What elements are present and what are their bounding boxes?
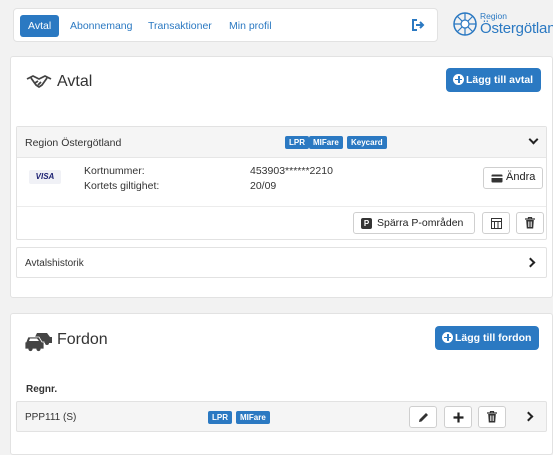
card-validity-label: Kortets giltighet: [84, 180, 160, 192]
chevron-right-icon[interactable] [525, 257, 536, 268]
tab-abonnemang[interactable]: Abonnemang [70, 15, 132, 37]
block-areas-button[interactable]: P Spärra P-områden [353, 212, 475, 234]
fordon-title: Fordon [57, 331, 108, 348]
parking-icon: P [361, 218, 372, 229]
contract-history-row[interactable]: Avtalshistorik [16, 247, 547, 278]
badge-keycard: Keycard [347, 136, 387, 149]
add-vehicle-button[interactable]: Lägg till fordon [435, 326, 540, 350]
avtal-panel: Avtal Lägg till avtal Region Östergötlan… [10, 56, 553, 298]
handshake-icon [26, 75, 52, 88]
divider [17, 206, 546, 207]
table-icon [491, 218, 502, 229]
tab-min-profil[interactable]: Min profil [229, 15, 272, 37]
edit-vehicle-button[interactable] [409, 406, 437, 428]
cars-icon [25, 333, 52, 352]
avtal-title: Avtal [57, 73, 93, 90]
delete-contract-button[interactable] [516, 212, 544, 234]
card-number-label: Kortnummer: [84, 165, 145, 177]
add-contract-label: Lägg till avtal [466, 74, 534, 86]
edit-card-label: Ändra [506, 171, 536, 183]
plus-circle-icon [453, 74, 464, 85]
edit-card-button[interactable]: Ändra [483, 167, 543, 189]
region-logo-icon [453, 12, 477, 36]
badge-lpr: LPR [208, 411, 232, 424]
view-table-button[interactable] [482, 212, 510, 234]
brand-line2: Östergötland [480, 20, 553, 37]
brand-logo: Region Östergötland [450, 8, 553, 42]
add-item-button[interactable] [444, 406, 472, 428]
add-contract-button[interactable]: Lägg till avtal [446, 68, 542, 92]
badge-lpr: LPR [285, 136, 309, 149]
contract-history-label: Avtalshistorik [25, 258, 84, 269]
plus-circle-icon [442, 332, 453, 343]
badge-mifare: MIFare [236, 411, 270, 424]
card-validity-value: 20/09 [250, 180, 277, 192]
card-details: VISA Kortnummer: Kortets giltighet: 4539… [17, 158, 546, 206]
tab-transaktioner[interactable]: Transaktioner [148, 15, 212, 37]
fordon-panel: Fordon Lägg till fordon Regnr. PPP111 (S… [10, 313, 553, 455]
trash-icon [487, 411, 497, 423]
logout-icon[interactable] [411, 18, 425, 32]
regnr-column-header: Regnr. [26, 384, 58, 395]
chevron-right-icon[interactable] [523, 411, 534, 422]
vehicle-row: PPP111 (S) LPR MIFare [16, 401, 547, 432]
credit-card-icon [491, 174, 503, 183]
vehicle-regnr: PPP111 (S) [25, 412, 77, 423]
block-areas-label: Spärra P-områden [377, 217, 464, 229]
pencil-icon [419, 413, 428, 422]
badge-mifare: MIFare [309, 136, 343, 149]
contract-name: Region Östergötland [25, 137, 122, 149]
card-number-value: 453903******2210 [250, 165, 333, 177]
trash-icon [525, 217, 535, 229]
contract-box: Region Östergötland LPR MIFare Keycard V… [16, 126, 547, 240]
delete-vehicle-button[interactable] [478, 406, 506, 428]
tab-avtal[interactable]: Avtal [20, 15, 60, 37]
top-nav: Avtal Abonnemang Transaktioner Min profi… [13, 8, 438, 42]
plus-icon [453, 412, 464, 423]
add-vehicle-label: Lägg till fordon [455, 332, 532, 344]
visa-card-icon: VISA [29, 170, 61, 184]
